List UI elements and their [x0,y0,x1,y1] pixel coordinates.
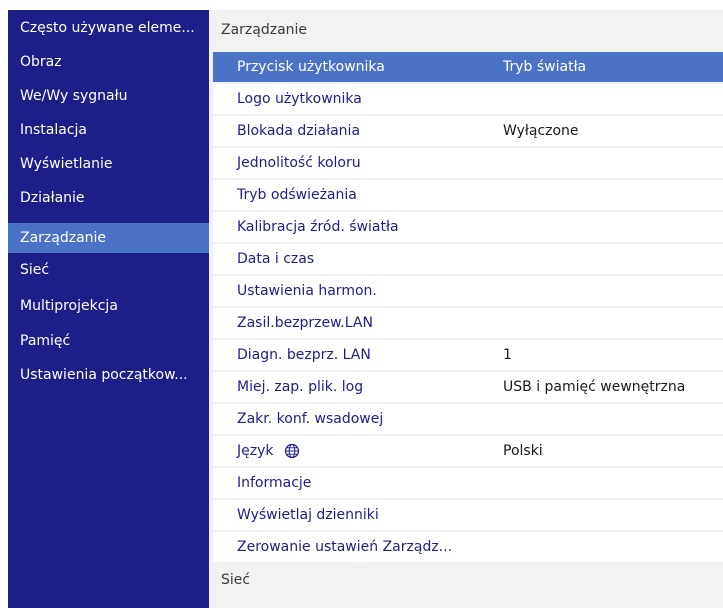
row-value: Wyłączone [503,123,579,139]
menu-row-zasil-bezprzew-lan[interactable]: Zasil.bezprzew.LAN [213,308,723,338]
menu-row-wyswietlaj-dzienniki[interactable]: Wyświetlaj dzienniki [213,500,723,530]
row-value: Polski [503,443,543,459]
row-label: Diagn. bezprz. LAN [237,347,371,363]
row-label: Wyświetlaj dzienniki [237,507,379,523]
menu-row-tryb-odswiezania[interactable]: Tryb odświeżania [213,180,723,210]
row-label: Jednolitość koloru [237,155,361,171]
menu-row-logo-uzytkownika[interactable]: Logo użytkownika [213,84,723,114]
sidebar-item-wyswietlanie[interactable]: Wyświetlanie [8,149,209,179]
sidebar-item-obraz[interactable]: Obraz [8,47,209,77]
sidebar: Często używane eleme... Obraz We/Wy sygn… [8,10,209,608]
sidebar-item-ustawienia-poczatkowe[interactable]: Ustawienia początkow... [8,360,209,390]
row-value: 1 [503,347,512,363]
row-label: Informacje [237,475,312,491]
menu-row-informacje[interactable]: Informacje [213,468,723,498]
menu-row-miej-zap-plik-log[interactable]: Miej. zap. plik. log USB i pamięć wewnęt… [213,372,723,402]
sidebar-item-czesto-uzywane[interactable]: Często używane eleme... [8,13,209,43]
content-panel: Zarządzanie Przycisk użytkownika Tryb św… [209,10,723,608]
row-label: Przycisk użytkownika [237,59,385,75]
row-label: Kalibracja źród. światła [237,219,399,235]
globe-icon [284,443,300,459]
sidebar-item-siec[interactable]: Sieć [8,255,209,285]
row-label: Tryb odświeżania [237,187,357,203]
row-label-text: Język [237,443,274,459]
sidebar-item-multiprojekcja[interactable]: Multiprojekcja [8,291,209,321]
menu-row-zerowanie-ustawien[interactable]: Zerowanie ustawień Zarządz... [213,532,723,562]
sidebar-item-we-wy-sygnalu[interactable]: We/Wy sygnału [8,81,209,111]
row-label: Miej. zap. plik. log [237,379,364,395]
menu-row-jezyk[interactable]: Język Polski [213,436,723,466]
menu-row-kalibracja-zrod-swiatla[interactable]: Kalibracja źród. światła [213,212,723,242]
menu-row-jednolitosc-koloru[interactable]: Jednolitość koloru [213,148,723,178]
menu-row-ustawienia-harmon[interactable]: Ustawienia harmon. [213,276,723,306]
row-label: Zakr. konf. wsadowej [237,411,384,427]
row-label: Logo użytkownika [237,91,362,107]
row-value: USB i pamięć wewnętrzna [503,379,686,395]
sidebar-item-dzialanie[interactable]: Działanie [8,183,209,213]
row-label: Język [237,436,300,466]
projector-menu: Często używane eleme... Obraz We/Wy sygn… [8,10,723,608]
section-title: Zarządzanie [221,22,308,38]
menu-row-blokada-dzialania[interactable]: Blokada działania Wyłączone [213,116,723,146]
next-section-title: Sieć [221,572,251,588]
menu-row-zakr-konf-wsadowej[interactable]: Zakr. konf. wsadowej [213,404,723,434]
row-value: Tryb światła [503,59,587,75]
row-label: Ustawienia harmon. [237,283,377,299]
menu-row-diagn-bezprz-lan[interactable]: Diagn. bezprz. LAN 1 [213,340,723,370]
sidebar-item-instalacja[interactable]: Instalacja [8,115,209,145]
row-label: Data i czas [237,251,315,267]
menu-row-przycisk-uzytkownika[interactable]: Przycisk użytkownika Tryb światła [213,52,723,82]
sidebar-item-zarzadzanie[interactable]: Zarządzanie [8,223,209,253]
row-label: Zasil.bezprzew.LAN [237,315,373,331]
row-label: Zerowanie ustawień Zarządz... [237,539,453,555]
menu-row-data-i-czas[interactable]: Data i czas [213,244,723,274]
sidebar-item-pamiec[interactable]: Pamięć [8,326,209,356]
row-label: Blokada działania [237,123,361,139]
